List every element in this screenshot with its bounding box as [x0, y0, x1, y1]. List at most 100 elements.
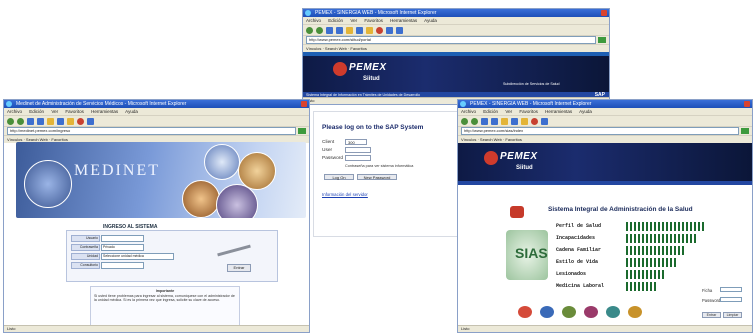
menu-view[interactable]: Ver	[51, 109, 58, 114]
menu-tools[interactable]: Herramientas	[545, 109, 572, 114]
back-icon[interactable]	[306, 26, 313, 34]
menu-perfil-salud[interactable]: Perfil de Salud	[546, 222, 601, 231]
password-input[interactable]	[345, 155, 371, 161]
close-icon[interactable]	[601, 10, 607, 16]
user-input[interactable]	[345, 147, 371, 153]
menu-bar: Archivo Edición Ver Favoritos Herramient…	[458, 108, 752, 115]
menu-incapacidades[interactable]: Incapacidades	[546, 234, 595, 243]
go-button[interactable]	[741, 128, 749, 134]
top-browser-window: PEMEX - SINERGIA WEB - Microsoft Interne…	[302, 8, 610, 105]
home-icon[interactable]	[501, 117, 508, 125]
menu-edit[interactable]: Edición	[483, 109, 498, 114]
refresh-icon[interactable]	[491, 117, 498, 125]
password-input[interactable]: Privado	[101, 244, 144, 251]
favorites-icon[interactable]	[366, 26, 373, 34]
menu-file[interactable]: Archivo	[461, 109, 476, 114]
new-password-button[interactable]: New Password	[357, 174, 397, 180]
client-input[interactable]: 300	[345, 139, 367, 145]
password-input[interactable]	[720, 297, 742, 302]
address-input[interactable]: http://www.pemex.com/siitud/portal	[306, 36, 596, 44]
search-icon[interactable]	[57, 117, 64, 125]
menu-favorites[interactable]: Favoritos	[364, 18, 383, 23]
pemex-eagle-icon	[484, 151, 498, 165]
menu-help[interactable]: Ayuda	[424, 18, 437, 23]
menu-view[interactable]: Ver	[505, 109, 512, 114]
menu-estilo-vida[interactable]: Estilo de Vida	[546, 258, 598, 267]
menu-file[interactable]: Archivo	[7, 109, 22, 114]
mail-icon[interactable]	[386, 26, 393, 34]
enter-button[interactable]: Entrar	[227, 264, 251, 272]
links-bar[interactable]: Vínculos · Search Web · Favoritos	[458, 135, 752, 143]
pemex-header: PEMEX Siitud	[458, 143, 752, 181]
favorites-icon[interactable]	[521, 117, 528, 125]
history-icon[interactable]	[376, 26, 383, 34]
back-icon[interactable]	[7, 117, 14, 125]
ficha-input[interactable]	[720, 287, 742, 292]
go-button[interactable]	[298, 128, 306, 134]
institution-logo-1	[518, 306, 532, 318]
menu-lesionados[interactable]: Lesionados	[546, 270, 586, 279]
address-input[interactable]: http://medinet.pemex.com/ingreso	[7, 127, 296, 135]
print-icon[interactable]	[396, 26, 403, 34]
enter-button[interactable]: Entrar	[702, 312, 721, 318]
clear-button[interactable]: Limpiar	[723, 312, 742, 318]
ie-icon	[460, 101, 466, 107]
menu-bar: Archivo Edición Ver Favoritos Herramient…	[4, 108, 309, 115]
forward-icon[interactable]	[316, 26, 323, 34]
stop-icon[interactable]	[27, 117, 34, 125]
home-icon[interactable]	[47, 117, 54, 125]
unit-select[interactable]: Seleccione unidad médica	[101, 253, 174, 260]
history-icon[interactable]	[77, 117, 84, 125]
close-icon[interactable]	[744, 101, 750, 107]
password-label: Password	[322, 156, 344, 161]
menu-favorites[interactable]: Favoritos	[519, 109, 538, 114]
mail-icon[interactable]	[541, 117, 548, 125]
menu-tools[interactable]: Herramientas	[91, 109, 118, 114]
banner-photo-1	[24, 160, 72, 208]
search-icon[interactable]	[511, 117, 518, 125]
address-bar: http://medinet.pemex.com/ingreso	[4, 126, 309, 135]
menu-view[interactable]: Ver	[350, 18, 357, 23]
links-bar[interactable]: Vínculos · Search Web · Favoritos	[303, 44, 609, 52]
client-label: Client	[322, 140, 335, 145]
ficha-label: Ficha	[702, 288, 713, 293]
back-icon[interactable]	[461, 117, 468, 125]
pemex-logo	[510, 206, 524, 218]
address-input[interactable]: http://www.pemex.com/sias/index	[461, 127, 739, 135]
history-icon[interactable]	[531, 117, 538, 125]
left-browser-window: Medinet de Administración de Servicios M…	[3, 99, 310, 333]
refresh-icon[interactable]	[336, 26, 343, 34]
institution-logo-5	[606, 306, 620, 318]
server-info-link[interactable]: Información del servidor	[322, 192, 368, 197]
menu-help[interactable]: Ayuda	[579, 109, 592, 114]
search-icon[interactable]	[356, 26, 363, 34]
menu-file[interactable]: Archivo	[306, 18, 321, 23]
address-bar: http://www.pemex.com/siitud/portal	[303, 35, 609, 44]
institution-logo-3	[562, 306, 576, 318]
stop-icon[interactable]	[481, 117, 488, 125]
menu-edit[interactable]: Edición	[29, 109, 44, 114]
menu-help[interactable]: Ayuda	[125, 109, 138, 114]
mail-icon[interactable]	[87, 117, 94, 125]
refresh-icon[interactable]	[37, 117, 44, 125]
sap-title: Please log on to the SAP System	[322, 124, 424, 131]
menu-cadena-familiar[interactable]: Cadena Familiar	[546, 246, 601, 255]
header-top-band	[303, 52, 609, 56]
stop-icon[interactable]	[326, 26, 333, 34]
password-label: Contraseña	[71, 244, 100, 251]
menu-favorites[interactable]: Favoritos	[65, 109, 84, 114]
address-bar: http://www.pemex.com/sias/index	[458, 126, 752, 135]
go-button[interactable]	[598, 37, 606, 43]
sias-logo-text: SIAS	[515, 245, 548, 261]
logon-button[interactable]: Log On	[324, 174, 354, 180]
menu-medicina-laboral[interactable]: Medicina Laboral	[546, 282, 604, 291]
forward-icon[interactable]	[17, 117, 24, 125]
favorites-icon[interactable]	[67, 117, 74, 125]
user-input[interactable]	[101, 235, 144, 242]
menu-edit[interactable]: Edición	[328, 18, 343, 23]
forward-icon[interactable]	[471, 117, 478, 125]
office-input[interactable]	[101, 262, 144, 269]
menu-tools[interactable]: Herramientas	[390, 18, 417, 23]
home-icon[interactable]	[346, 26, 353, 34]
close-icon[interactable]	[301, 101, 307, 107]
